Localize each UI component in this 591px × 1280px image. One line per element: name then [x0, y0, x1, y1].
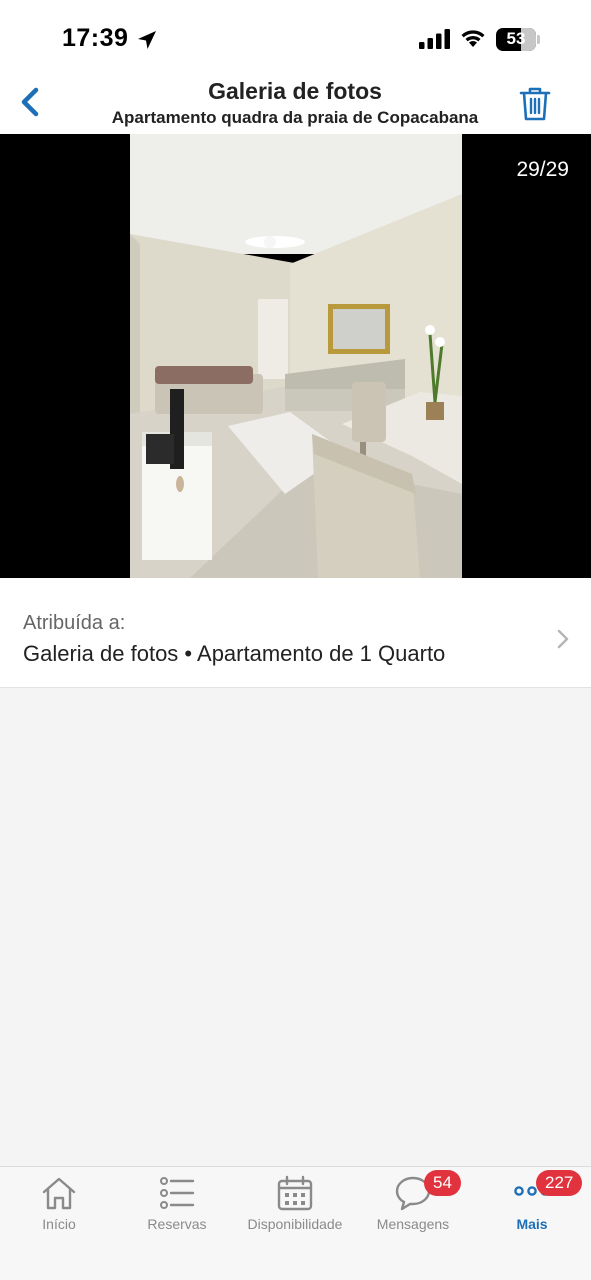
- tab-label: Mensagens: [376, 1216, 450, 1232]
- location-arrow-icon: [138, 31, 156, 49]
- delete-photo-button[interactable]: [516, 86, 554, 122]
- status-bar: 17:39 53: [0, 0, 591, 72]
- photo-viewer[interactable]: 29/29: [0, 134, 591, 578]
- chevron-right-icon: [557, 629, 569, 649]
- photo-counter: 29/29: [516, 158, 569, 181]
- tab-mensagens[interactable]: 54 Mensagens: [368, 1167, 461, 1247]
- status-time: 17:39: [62, 24, 129, 52]
- room-photo[interactable]: [130, 134, 462, 578]
- assigned-to-label: Atribuída a:: [23, 612, 126, 634]
- tab-inicio[interactable]: Início: [18, 1167, 100, 1247]
- list-icon: [160, 1177, 195, 1209]
- page-title: Galeria de fotos: [208, 78, 382, 104]
- home-icon: [42, 1177, 76, 1210]
- trash-icon: [519, 87, 551, 121]
- calendar-icon: [277, 1175, 313, 1211]
- more-badge: 227: [536, 1170, 583, 1196]
- tab-label: Mais: [516, 1216, 548, 1232]
- battery-level: 53: [506, 29, 526, 48]
- assigned-to-value: Galeria de fotos • Apartamento de 1 Quar…: [23, 641, 446, 666]
- battery-indicator: 53: [496, 28, 540, 51]
- messages-badge: 54: [424, 1170, 461, 1196]
- wifi-icon: [461, 30, 485, 47]
- tab-label: Início: [42, 1216, 76, 1232]
- bottom-tab-bar: Início Reservas Disponibilidade 54 Mensa…: [0, 1166, 591, 1280]
- assigned-to-row[interactable]: Atribuída a: Galeria de fotos • Apartame…: [0, 578, 591, 688]
- tab-label: Reservas: [147, 1216, 207, 1232]
- back-button[interactable]: [10, 82, 48, 122]
- page-subtitle: Apartamento quadra da praia de Copacaban…: [111, 108, 479, 127]
- nav-header: Galeria de fotos Apartamento quadra da p…: [0, 72, 591, 134]
- chevron-left-icon: [21, 87, 39, 117]
- tab-label: Disponibilidade: [247, 1216, 343, 1232]
- tab-mais[interactable]: 227 Mais: [496, 1167, 583, 1247]
- cellular-signal-icon: [419, 29, 450, 49]
- tab-reservas[interactable]: Reservas: [136, 1167, 218, 1247]
- tab-disponibilidade[interactable]: Disponibilidade: [236, 1167, 354, 1247]
